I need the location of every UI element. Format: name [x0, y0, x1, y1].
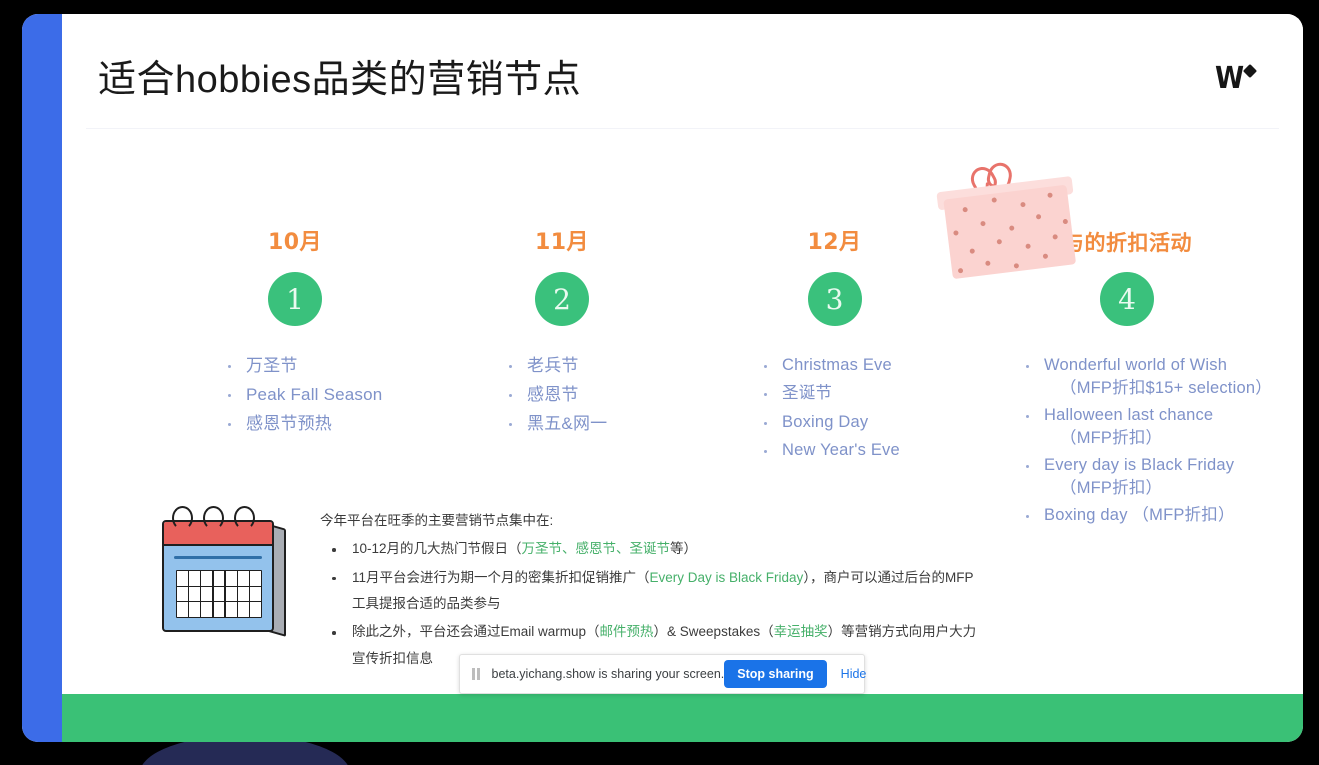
gift-box-dots	[943, 185, 1076, 280]
notes-list: 10-12月的几大热门节假日（万圣节、感恩节、圣诞节等） 11月平台会进行为期一…	[320, 536, 980, 672]
list-item: 老兵节	[499, 354, 687, 378]
step-number-4: 4	[1100, 272, 1154, 326]
list-item: 感恩节预热	[218, 412, 420, 436]
list-item-sub: （MFP折扣）	[1060, 479, 1163, 498]
list-item: Christmas Eve	[754, 354, 967, 377]
page-title: 适合hobbies品类的营销节点	[98, 59, 582, 101]
presentation-slide: 适合hobbies品类的营销节点 W 10月 1 万圣节 Peak Fall S…	[22, 14, 1303, 742]
sparkle-icon	[1242, 63, 1258, 79]
notes-lead: 今年平台在旺季的主要营销节点集中在:	[320, 513, 554, 528]
timeline-column-november: 11月 2 老兵节 感恩节 黑五&网一	[437, 228, 687, 441]
step-number-3: 3	[807, 272, 862, 326]
timeline-column-december: 12月 3 Christmas Eve 圣诞节 Boxing Day New Y…	[702, 228, 967, 468]
stop-sharing-button[interactable]: Stop sharing	[724, 660, 827, 688]
wish-logo-letter: W	[1215, 61, 1245, 96]
list-item: 黑五&网一	[499, 412, 687, 436]
slide-bottom-accent-bar	[62, 694, 1303, 742]
month-label-october: 10月	[267, 230, 323, 255]
list-item: Boxing Day	[754, 411, 967, 434]
calendar-grid	[176, 570, 262, 618]
list-item: 11月平台会进行为期一个月的密集折扣促销推广（Every Day is Blac…	[320, 565, 980, 618]
step-circle-wrap-2: 2	[437, 272, 687, 328]
calendar-illustration	[156, 500, 306, 642]
list-item: New Year's Eve	[754, 439, 967, 462]
calendar-title-line	[174, 556, 262, 559]
event-list-december: Christmas Eve 圣诞节 Boxing Day New Year's …	[754, 354, 967, 463]
slide-header: 适合hobbies品类的营销节点 W	[62, 14, 1303, 126]
screen-stage: 适合hobbies品类的营销节点 W 10月 1 万圣节 Peak Fall S…	[0, 0, 1319, 765]
slide-left-accent-bar	[22, 14, 62, 742]
gift-box-illustration	[934, 154, 1083, 282]
wish-logo-icon: W	[1215, 62, 1261, 96]
month-label-november: 11月	[534, 230, 590, 255]
list-item: 10-12月的几大热门节假日（万圣节、感恩节、圣诞节等）	[320, 536, 980, 562]
hide-button[interactable]: Hide	[841, 667, 867, 681]
step-number-1: 1	[268, 272, 322, 326]
list-item: Wonderful world of Wish （MFP折扣$15+ selec…	[1016, 354, 1272, 401]
event-list-promotions: Wonderful world of Wish （MFP折扣$15+ selec…	[1016, 354, 1272, 527]
list-item-sub: （MFP折扣$15+ selection）	[1060, 379, 1272, 398]
step-number-2: 2	[535, 272, 589, 326]
step-circle-wrap-4: 4	[972, 272, 1272, 328]
list-item: Halloween last chance （MFP折扣）	[1016, 404, 1272, 451]
step-circle-wrap-3: 3	[702, 272, 967, 328]
list-item: Peak Fall Season	[218, 383, 420, 407]
list-item: Boxing day （MFP折扣）	[1016, 504, 1272, 527]
list-item: 圣诞节	[754, 382, 967, 405]
list-item: 万圣节	[218, 354, 420, 378]
step-circle-wrap-1: 1	[170, 272, 420, 328]
event-list-october: 万圣节 Peak Fall Season 感恩节预热	[218, 354, 420, 436]
marketing-timeline-columns: 10月 1 万圣节 Peak Fall Season 感恩节预热 11月 2 老…	[62, 228, 1303, 524]
calendar-spiral-rings	[170, 506, 260, 530]
pause-icon	[472, 668, 480, 680]
share-status-text: beta.yichang.show is sharing your screen…	[491, 667, 725, 681]
list-item-sub: （MFP折扣）	[1060, 429, 1163, 448]
slide-content: 适合hobbies品类的营销节点 W 10月 1 万圣节 Peak Fall S…	[62, 14, 1303, 694]
month-label-december: 12月	[807, 230, 862, 255]
list-item: Every day is Black Friday （MFP折扣）	[1016, 454, 1272, 501]
event-list-november: 老兵节 感恩节 黑五&网一	[499, 354, 687, 436]
timeline-column-october: 10月 1 万圣节 Peak Fall Season 感恩节预热	[170, 228, 420, 441]
calendar-front-panel	[162, 520, 274, 632]
screen-share-notification-bar: beta.yichang.show is sharing your screen…	[459, 654, 867, 694]
header-divider	[86, 128, 1279, 129]
summary-notes: 今年平台在旺季的主要营销节点集中在: 10-12月的几大热门节假日（万圣节、感恩…	[320, 508, 980, 674]
list-item: 感恩节	[499, 383, 687, 407]
